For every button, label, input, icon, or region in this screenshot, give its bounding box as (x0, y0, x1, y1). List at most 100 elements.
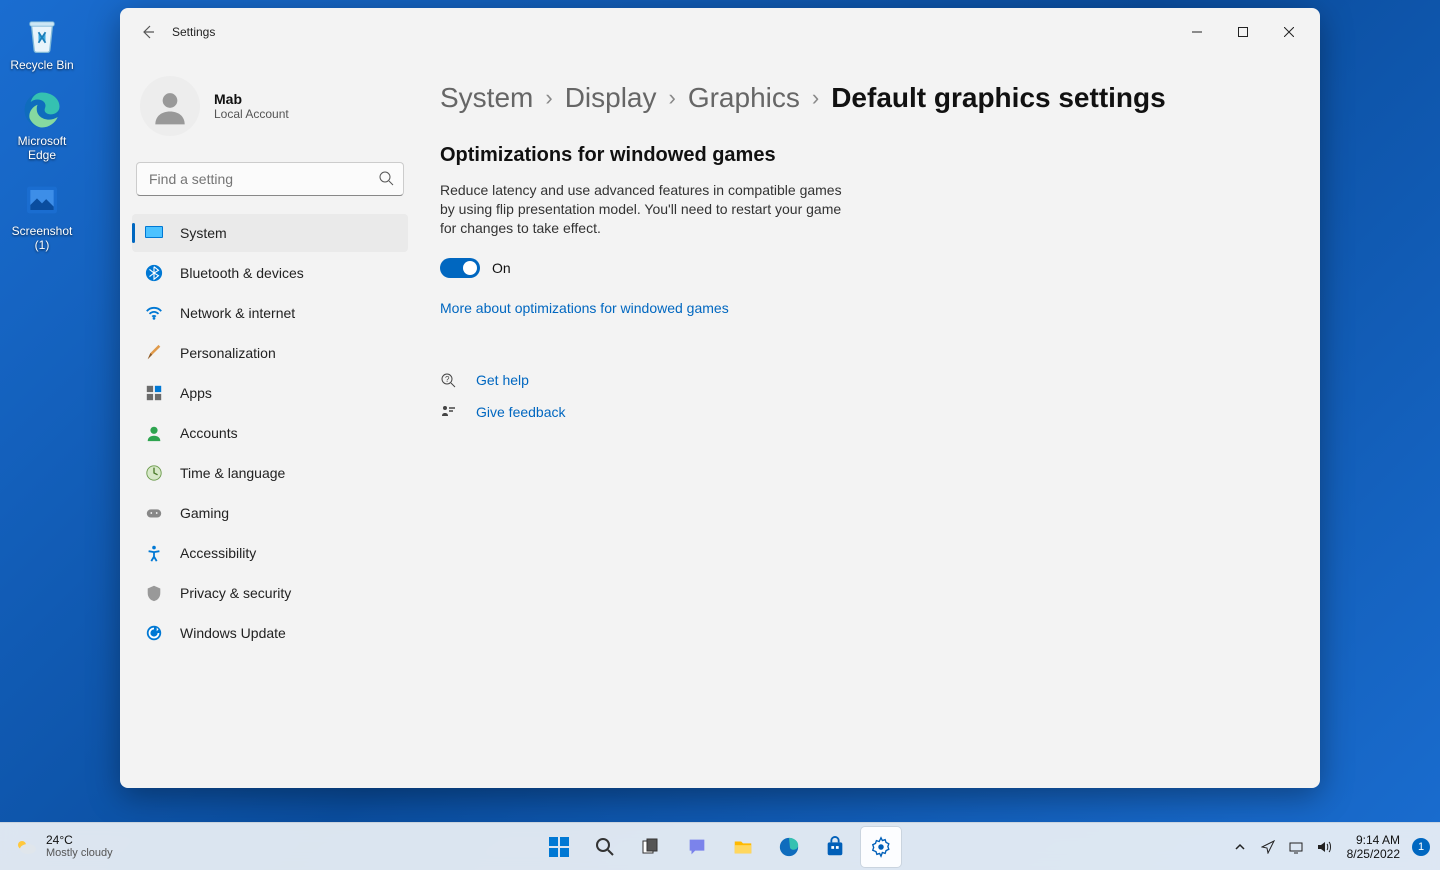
sidebar: Mab Local Account System Bluetooth & dev… (120, 56, 420, 788)
bluetooth-icon (144, 263, 164, 283)
sidebar-item-windows-update[interactable]: Windows Update (132, 614, 408, 652)
breadcrumb-display[interactable]: Display (565, 82, 657, 114)
sidebar-item-system[interactable]: System (132, 214, 408, 252)
sidebar-item-label: Gaming (180, 505, 229, 521)
breadcrumb-current: Default graphics settings (831, 82, 1166, 114)
sidebar-item-time-language[interactable]: Time & language (132, 454, 408, 492)
close-button[interactable] (1266, 16, 1312, 48)
back-button[interactable] (128, 12, 168, 52)
section-description: Reduce latency and use advanced features… (440, 181, 850, 238)
shield-icon (144, 583, 164, 603)
sidebar-item-accounts[interactable]: Accounts (132, 414, 408, 452)
search-box (136, 162, 404, 196)
desktop-icon-label: Microsoft Edge (6, 134, 78, 162)
weather-condition: Mostly cloudy (46, 847, 113, 860)
sidebar-item-label: Personalization (180, 345, 276, 361)
sidebar-item-gaming[interactable]: Gaming (132, 494, 408, 532)
system-icon (144, 223, 164, 243)
sidebar-item-label: Accounts (180, 425, 238, 441)
give-feedback-row: Give feedback (440, 404, 1280, 420)
sidebar-item-privacy[interactable]: Privacy & security (132, 574, 408, 612)
section-title: Optimizations for windowed games (440, 144, 1280, 167)
gamepad-icon (144, 503, 164, 523)
taskbar-settings-button[interactable] (861, 827, 901, 867)
sidebar-item-label: Network & internet (180, 305, 295, 321)
edge-icon (20, 88, 64, 132)
desktop-icons: Recycle Bin Microsoft Edge Screenshot (1… (4, 8, 80, 256)
paintbrush-icon (144, 343, 164, 363)
person-icon (144, 423, 164, 443)
desktop-icon-recycle-bin[interactable]: Recycle Bin (4, 8, 80, 76)
chevron-right-icon: › (545, 85, 552, 111)
desktop-icon-screenshot[interactable]: Screenshot (1) (4, 174, 80, 256)
toggle-row: On (440, 258, 1280, 278)
sidebar-item-personalization[interactable]: Personalization (132, 334, 408, 372)
profile-name: Mab (214, 91, 289, 107)
feedback-icon (440, 404, 458, 420)
sidebar-item-label: Accessibility (180, 545, 256, 561)
maximize-button[interactable] (1220, 16, 1266, 48)
apps-icon (144, 383, 164, 403)
sidebar-item-label: Windows Update (180, 625, 286, 641)
tray-location-icon[interactable] (1257, 833, 1279, 861)
desktop-icon-edge[interactable]: Microsoft Edge (4, 84, 80, 166)
help-icon: ? (440, 372, 458, 388)
profile-block[interactable]: Mab Local Account (132, 56, 408, 162)
weather-icon (14, 835, 38, 859)
taskbar-store-button[interactable] (815, 827, 855, 867)
content-pane: System › Display › Graphics › Default gr… (420, 56, 1320, 788)
sidebar-item-accessibility[interactable]: Accessibility (132, 534, 408, 572)
clock-date: 8/25/2022 (1347, 847, 1400, 861)
chevron-right-icon: › (812, 85, 819, 111)
taskbar-edge-button[interactable] (769, 827, 809, 867)
more-about-link[interactable]: More about optimizations for windowed ga… (440, 300, 1280, 316)
desktop-icon-label: Recycle Bin (10, 58, 73, 72)
settings-window: Settings Mab Local Account (120, 8, 1320, 788)
recycle-bin-icon (20, 12, 64, 56)
task-view-button[interactable] (631, 827, 671, 867)
taskbar-chat-button[interactable] (677, 827, 717, 867)
accessibility-icon (144, 543, 164, 563)
sidebar-item-label: Time & language (180, 465, 285, 481)
desktop-icon-label: Screenshot (1) (6, 224, 78, 252)
breadcrumb: System › Display › Graphics › Default gr… (440, 82, 1280, 114)
taskbar-center (539, 827, 901, 867)
weather-temp: 24°C (46, 834, 113, 847)
taskbar-explorer-button[interactable] (723, 827, 763, 867)
clock-time: 9:14 AM (1356, 833, 1400, 847)
get-help-link[interactable]: Get help (476, 372, 529, 388)
image-file-icon (20, 178, 64, 222)
tray-network-icon[interactable] (1285, 833, 1307, 861)
sidebar-item-label: Privacy & security (180, 585, 291, 601)
titlebar: Settings (120, 8, 1320, 56)
breadcrumb-system[interactable]: System (440, 82, 533, 114)
search-icon (378, 170, 394, 191)
avatar-icon (140, 76, 200, 136)
start-button[interactable] (539, 827, 579, 867)
svg-text:?: ? (445, 375, 450, 384)
tray-volume-icon[interactable] (1313, 833, 1335, 861)
sidebar-nav: System Bluetooth & devices Network & int… (132, 214, 408, 652)
optimizations-toggle[interactable] (440, 258, 480, 278)
chevron-right-icon: › (669, 85, 676, 111)
toggle-state-label: On (492, 260, 511, 276)
taskbar-tray: 9:14 AM 8/25/2022 1 (1229, 833, 1440, 861)
sidebar-item-apps[interactable]: Apps (132, 374, 408, 412)
sidebar-item-bluetooth[interactable]: Bluetooth & devices (132, 254, 408, 292)
search-input[interactable] (136, 162, 404, 196)
taskbar-weather[interactable]: 24°C Mostly cloudy (0, 834, 113, 860)
notification-badge[interactable]: 1 (1412, 838, 1430, 856)
give-feedback-link[interactable]: Give feedback (476, 404, 566, 420)
sidebar-item-label: Apps (180, 385, 212, 401)
taskbar-clock[interactable]: 9:14 AM 8/25/2022 (1341, 833, 1406, 861)
breadcrumb-graphics[interactable]: Graphics (688, 82, 800, 114)
taskbar-search-button[interactable] (585, 827, 625, 867)
sidebar-item-label: Bluetooth & devices (180, 265, 304, 281)
tray-chevron-up-icon[interactable] (1229, 833, 1251, 861)
profile-account-type: Local Account (214, 107, 289, 121)
clock-globe-icon (144, 463, 164, 483)
sidebar-item-network[interactable]: Network & internet (132, 294, 408, 332)
wifi-icon (144, 303, 164, 323)
window-title: Settings (172, 25, 215, 39)
minimize-button[interactable] (1174, 16, 1220, 48)
